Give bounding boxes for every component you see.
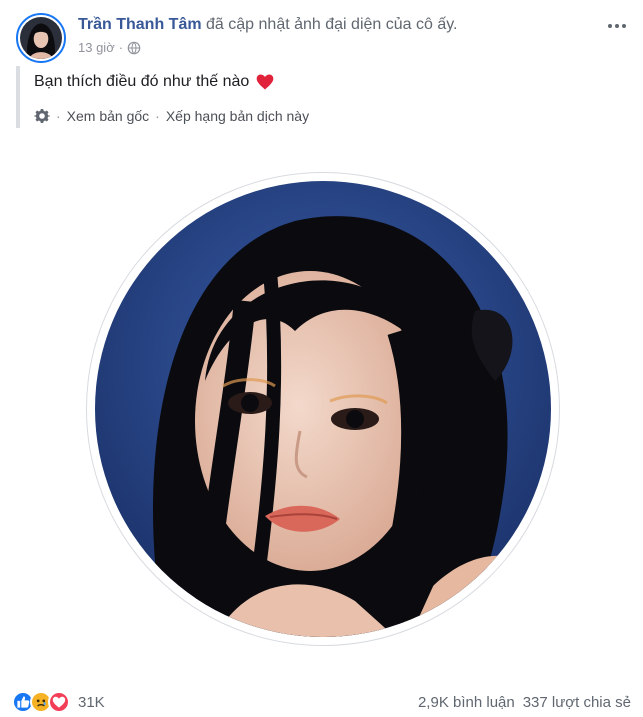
- heart-icon: [256, 74, 274, 90]
- share-count[interactable]: 337 lượt chia sẻ: [523, 694, 631, 711]
- post-time[interactable]: 13 giờ: [78, 40, 115, 55]
- caption-text: Bạn thích điều đó như thế nào: [34, 73, 250, 90]
- love-icon: [48, 691, 70, 713]
- more-options-icon[interactable]: [605, 14, 629, 38]
- reaction-count[interactable]: 31K: [78, 694, 105, 711]
- post-meta: 13 giờ ·: [78, 40, 141, 55]
- post-footer: 31K 2,9K bình luận 337 lượt chia sẻ: [0, 687, 643, 717]
- see-original-link[interactable]: Xem bản gốc: [67, 108, 150, 124]
- translation-bar: · Xem bản gốc · Xếp hạng bản dịch này: [34, 108, 309, 128]
- reaction-summary[interactable]: 31K: [12, 691, 105, 713]
- engagement-stats: 2,9K bình luận 337 lượt chia sẻ: [418, 694, 631, 711]
- author-avatar[interactable]: [16, 13, 66, 63]
- profile-picture-post: Trần Thanh Tâm đã cập nhật ảnh đại diện …: [0, 0, 643, 717]
- globe-icon[interactable]: [127, 41, 141, 55]
- comment-count[interactable]: 2,9K bình luận: [418, 694, 515, 711]
- author-name[interactable]: Trần Thanh Tâm: [78, 16, 202, 33]
- profile-photo-frame[interactable]: [86, 172, 560, 646]
- post-action-text: đã cập nhật ảnh đại diện của cô ấy.: [206, 16, 458, 33]
- author-avatar-image: [20, 17, 62, 59]
- caption-block: Bạn thích điều đó như thế nào · Xem bản …: [16, 66, 309, 128]
- translate-separator-1: ·: [56, 108, 61, 124]
- profile-photo: [95, 181, 551, 637]
- rate-translation-link[interactable]: Xếp hạng bản dịch này: [166, 108, 309, 124]
- meta-separator: ·: [118, 40, 124, 55]
- post-header: Trần Thanh Tâm đã cập nhật ảnh đại diện …: [78, 14, 457, 36]
- post-caption: Bạn thích điều đó như thế nào: [34, 66, 309, 94]
- translate-separator-2: ·: [155, 108, 160, 124]
- gear-icon[interactable]: [34, 108, 50, 124]
